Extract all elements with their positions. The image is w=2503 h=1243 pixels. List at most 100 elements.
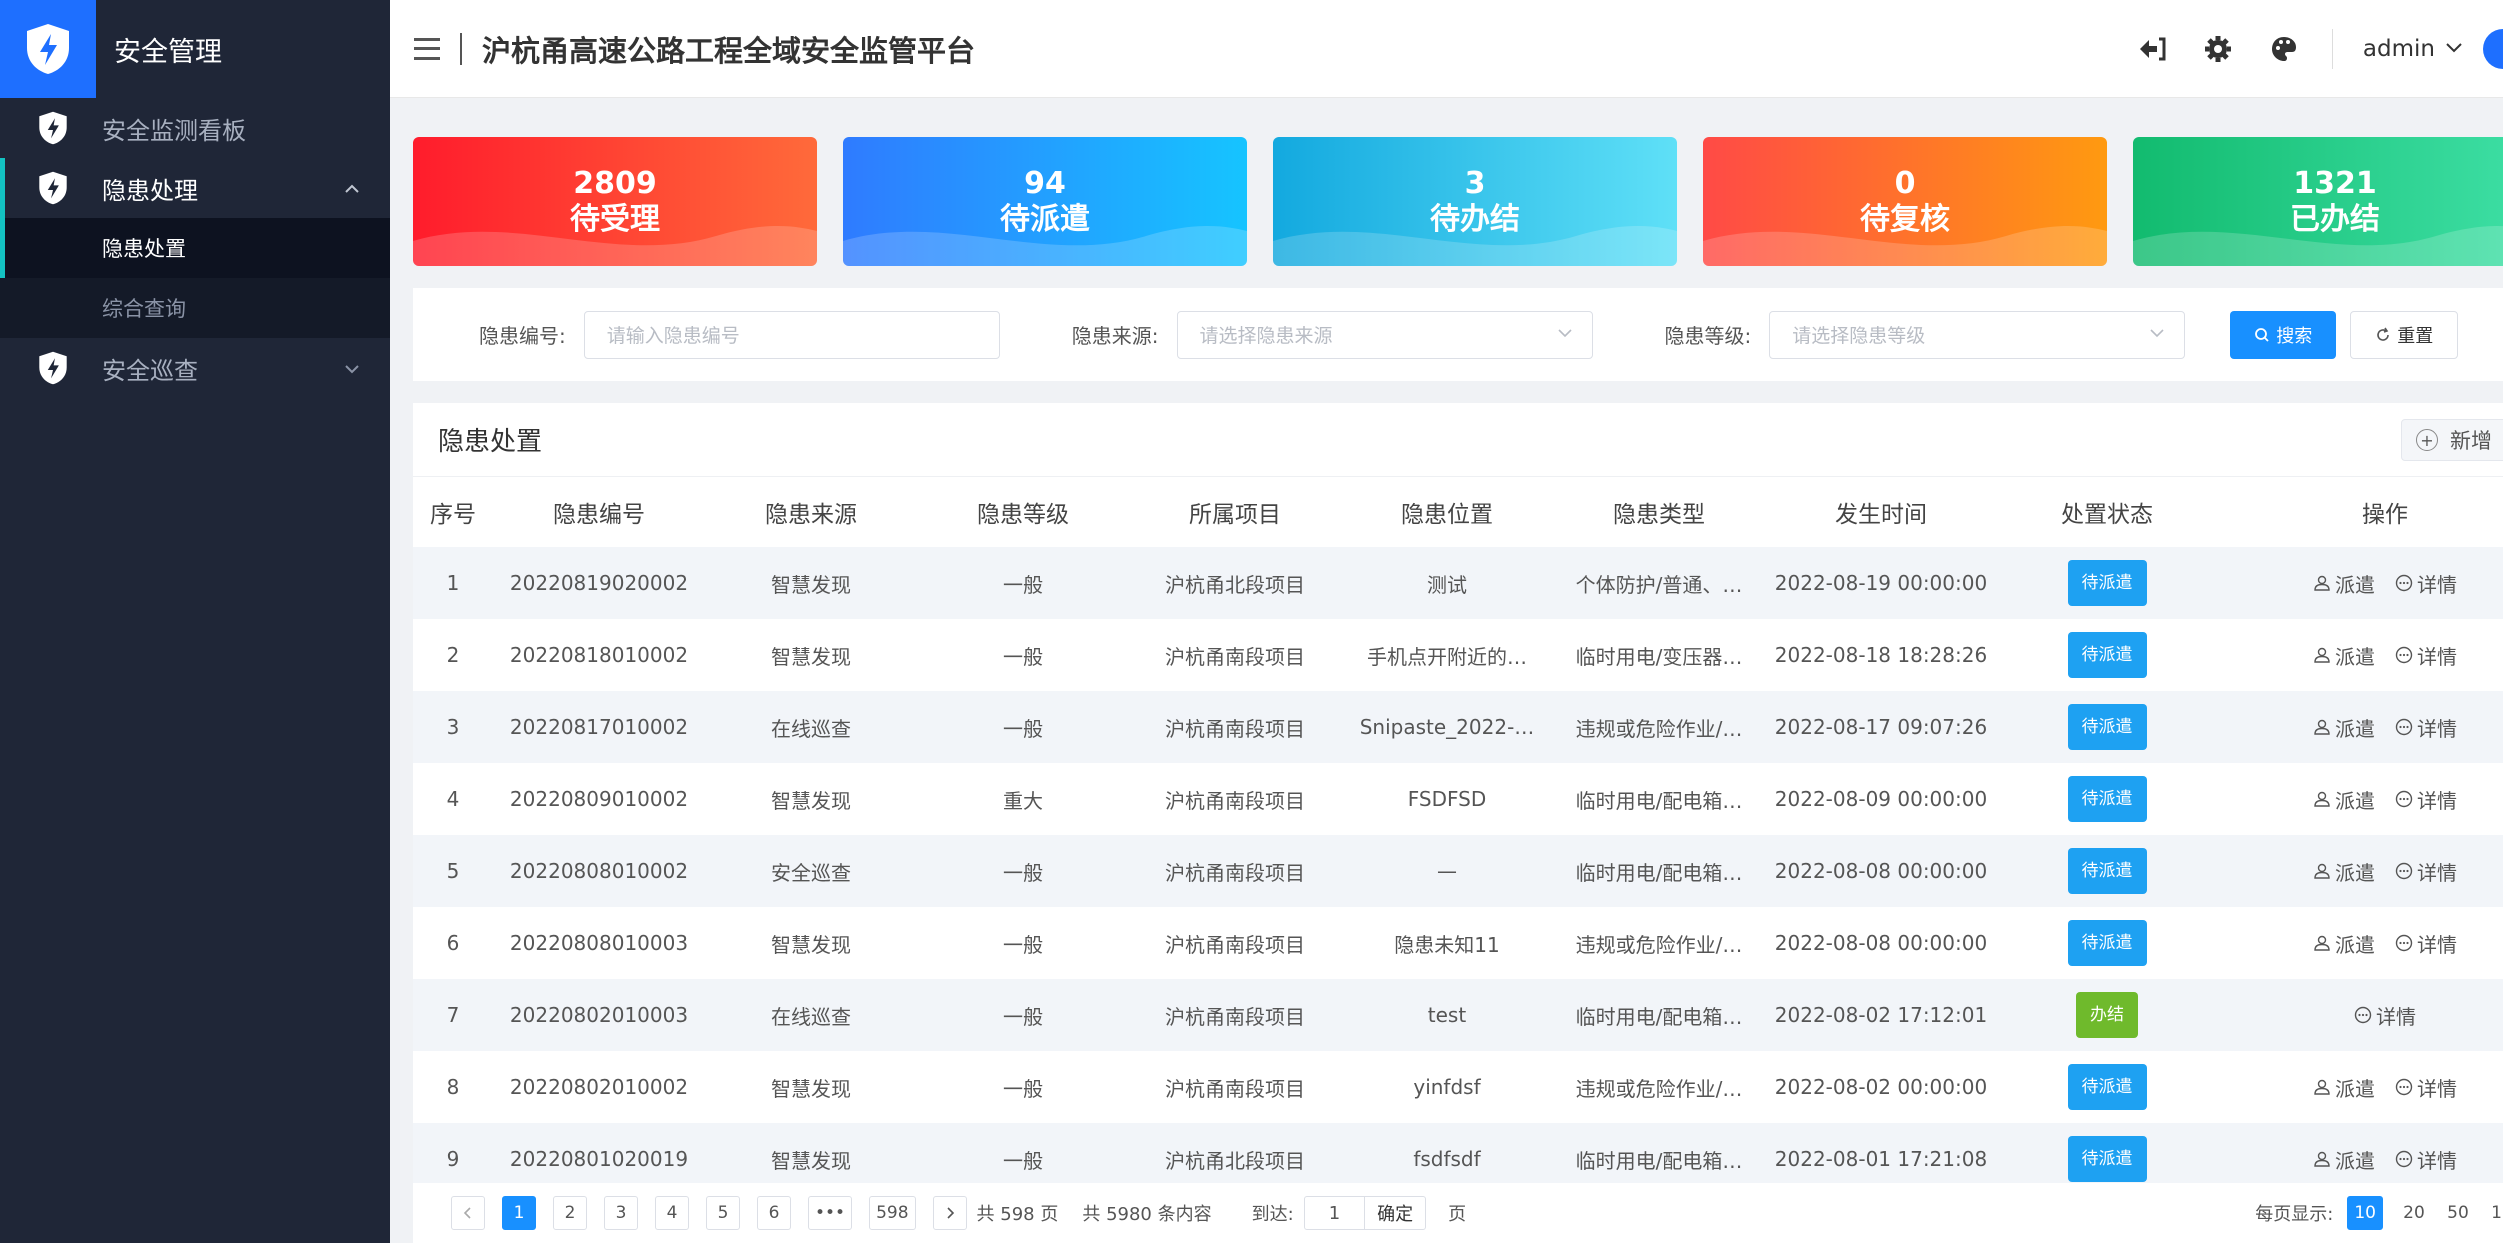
cell-type: 个体防护/普通、… xyxy=(1553,547,1765,619)
action-label: 派遣 xyxy=(2335,932,2375,957)
page-6[interactable]: 6 xyxy=(757,1196,791,1230)
cell-type: 临时用电/配电箱… xyxy=(1553,835,1765,907)
detail-button[interactable]: 详情 xyxy=(2395,929,2457,958)
sidebar-item-monitor-board[interactable]: 安全监测看板 xyxy=(0,98,390,158)
dispatch-button[interactable]: 派遣 xyxy=(2313,713,2375,742)
detail-button[interactable]: 详情 xyxy=(2395,857,2457,886)
detail-button[interactable]: 详情 xyxy=(2395,641,2457,670)
more-circle-icon xyxy=(2395,646,2413,664)
cell-actions: 详情 xyxy=(2217,979,2503,1051)
page-5[interactable]: 5 xyxy=(706,1196,740,1230)
cell-time: 2022-08-17 09:07:26 xyxy=(1765,691,1997,763)
action-label: 派遣 xyxy=(2335,860,2375,885)
status-badge: 待派遣 xyxy=(2067,1136,2147,1182)
detail-button[interactable]: 详情 xyxy=(2354,1001,2416,1030)
page-598[interactable]: 598 xyxy=(869,1196,916,1230)
stat-card-closed[interactable]: 1321 已办结 xyxy=(2133,137,2503,266)
detail-button[interactable]: 详情 xyxy=(2395,713,2457,742)
stat-label: 待复核 xyxy=(1860,201,1950,237)
table-header-row: 序号 隐患编号 隐患来源 隐患等级 所属项目 隐患位置 隐患类型 发生时间 处置… xyxy=(413,477,2503,547)
code-input[interactable]: 请输入隐患编号 xyxy=(583,310,1000,359)
action-label: 详情 xyxy=(2417,1076,2457,1101)
source-select[interactable]: 请选择隐患来源 xyxy=(1176,310,1593,359)
cell-project: 沪杭甬南段项目 xyxy=(1165,644,1305,669)
goto-input[interactable]: 1 确定 xyxy=(1303,1196,1427,1230)
per-page-10[interactable]: 10 xyxy=(2347,1196,2383,1230)
cell-status: 待派遣 xyxy=(1997,1051,2217,1123)
gear-icon[interactable] xyxy=(2200,31,2236,67)
source-label: 隐患来源: xyxy=(1071,324,1159,348)
menu-toggle-icon[interactable] xyxy=(414,37,440,60)
page-3[interactable]: 3 xyxy=(604,1196,638,1230)
detail-button[interactable]: 详情 xyxy=(2395,569,2457,598)
stat-value: 3 xyxy=(1464,165,1486,201)
level-select[interactable]: 请选择隐患等级 xyxy=(1769,310,2186,359)
cell-level: 一般 xyxy=(917,835,1129,907)
sidebar-subitem-comprehensive-query[interactable]: 综合查询 xyxy=(0,278,390,338)
page-1[interactable]: 1 xyxy=(502,1196,536,1230)
hazard-table: 序号 隐患编号 隐患来源 隐患等级 所属项目 隐患位置 隐患类型 发生时间 处置… xyxy=(413,477,2503,1195)
cell-type: 违规或危险作业/… xyxy=(1575,1076,1743,1101)
per-page-100[interactable]: 10 xyxy=(2485,1196,2503,1230)
table-row: 4 20220809010002 智慧发现 重大 沪杭甬南段项目 FSDFSD 临时用电/配… xyxy=(413,763,2503,835)
dispatch-button[interactable]: 派遣 xyxy=(2313,785,2375,814)
cell-actions: 派遣 详情 xyxy=(2217,1051,2503,1123)
sidebar-item-safety-patrol[interactable]: 安全巡查 xyxy=(0,338,390,398)
stat-value: 1321 xyxy=(2293,165,2377,201)
detail-button[interactable]: 详情 xyxy=(2395,1145,2457,1174)
cell-actions: 派遣 详情 xyxy=(2217,835,2503,907)
logout-icon[interactable] xyxy=(2134,31,2170,67)
sidebar-item-hazard-handling[interactable]: 隐患处理 xyxy=(0,158,390,278)
reset-button[interactable]: 重置 xyxy=(2350,310,2459,359)
code-label: 隐患编号: xyxy=(479,324,566,348)
cell-type: 临时用电/变压器… xyxy=(1575,644,1743,669)
stat-card-pending-close[interactable]: 3 待办结 xyxy=(1273,137,1677,266)
add-button-label: 新增 xyxy=(2450,429,2492,453)
cell-no: 1 xyxy=(413,547,493,619)
stat-label: 待派遣 xyxy=(1000,201,1090,237)
avatar[interactable] xyxy=(2483,28,2503,69)
sidebar-subitem-hazard-disposal[interactable]: 隐患处置 xyxy=(0,218,390,278)
goto-confirm-button[interactable]: 确定 xyxy=(1364,1197,1425,1229)
dispatch-button[interactable]: 派遣 xyxy=(2313,1145,2375,1174)
cell-source: 在线巡查 xyxy=(705,979,917,1051)
dispatch-button[interactable]: 派遣 xyxy=(2313,1073,2375,1102)
stat-label: 已办结 xyxy=(2290,201,2380,237)
user-name[interactable]: admin xyxy=(2363,36,2435,62)
cell-location: FSDFSD xyxy=(1407,787,1487,811)
shield-bolt-logo-icon xyxy=(0,0,96,98)
prev-page-button[interactable] xyxy=(451,1196,485,1230)
stat-label: 待办结 xyxy=(1430,201,1520,237)
palette-icon[interactable] xyxy=(2266,31,2302,67)
stat-card-pending-dispatch[interactable]: 94 待派遣 xyxy=(843,137,1247,266)
chevron-down-icon[interactable] xyxy=(2445,39,2463,58)
stat-value: 94 xyxy=(1024,165,1066,201)
col-header-level: 隐患等级 xyxy=(977,502,1069,528)
page-2[interactable]: 2 xyxy=(553,1196,587,1230)
cell-location: 手机点开附近的… xyxy=(1367,644,1527,669)
more-circle-icon xyxy=(2395,574,2413,592)
table-row: 6 20220808010003 智慧发现 一般 沪杭甬南段项目 隐患未知11 违规或危险作… xyxy=(413,907,2503,979)
cell-actions: 派遣 详情 xyxy=(2217,763,2503,835)
cell-actions: 派遣 详情 xyxy=(2217,691,2503,763)
dispatch-button[interactable]: 派遣 xyxy=(2313,857,2375,886)
page-4[interactable]: 4 xyxy=(655,1196,689,1230)
cell-no: 7 xyxy=(413,979,493,1051)
next-page-button[interactable] xyxy=(932,1196,967,1230)
more-circle-icon xyxy=(2395,862,2413,880)
detail-button[interactable]: 详情 xyxy=(2395,1073,2457,1102)
sidebar-item-label: 安全监测看板 xyxy=(102,116,246,145)
dispatch-button[interactable]: 派遣 xyxy=(2313,929,2375,958)
dispatch-button[interactable]: 派遣 xyxy=(2313,641,2375,670)
stat-card-pending-review[interactable]: 0 待复核 xyxy=(1703,137,2107,266)
add-button[interactable]: + 新增 xyxy=(2401,419,2503,461)
per-page-50[interactable]: 50 xyxy=(2441,1196,2475,1230)
cell-no: 4 xyxy=(446,787,460,811)
cell-location: Snipaste_2022-… xyxy=(1341,691,1553,763)
page-ellipsis[interactable]: ••• xyxy=(808,1196,853,1230)
stat-card-pending-accept[interactable]: 2809 待受理 xyxy=(413,137,817,266)
dispatch-button[interactable]: 派遣 xyxy=(2313,569,2375,598)
search-button[interactable]: 搜索 xyxy=(2230,310,2337,359)
detail-button[interactable]: 详情 xyxy=(2395,785,2457,814)
per-page-20[interactable]: 20 xyxy=(2397,1196,2431,1230)
